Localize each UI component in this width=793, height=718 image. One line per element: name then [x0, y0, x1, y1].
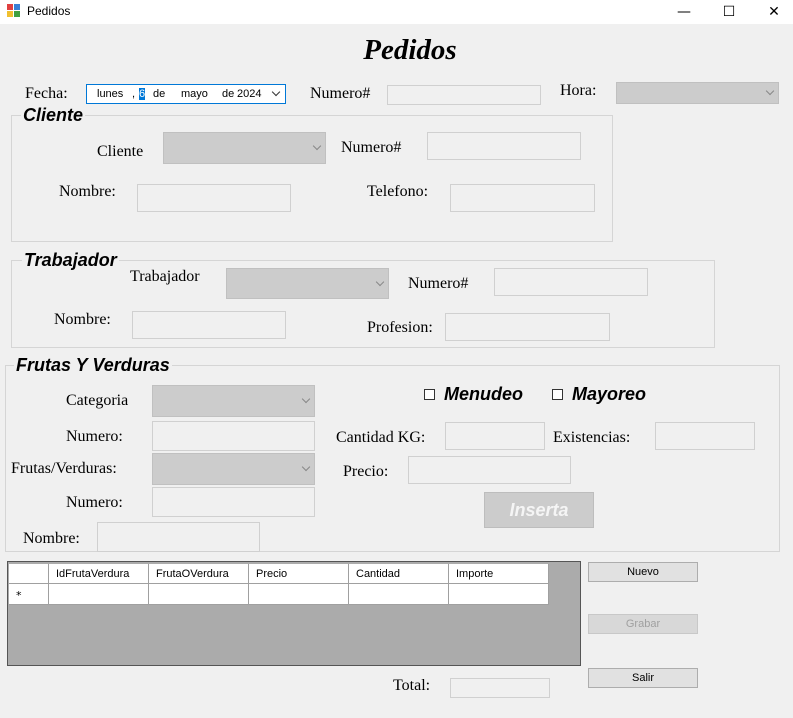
- grid-column-header[interactable]: FrutaOVerdura: [149, 564, 249, 584]
- producto-numero-field[interactable]: [152, 487, 315, 517]
- frutas-verduras-combo[interactable]: [152, 453, 315, 485]
- cantidad-field[interactable]: [445, 422, 545, 450]
- chevron-down-icon: [301, 462, 311, 472]
- fecha-datepicker[interactable]: lunes , 6 de mayo de 2024: [86, 84, 286, 104]
- maximize-icon: ☐: [722, 4, 736, 20]
- cliente-numero-label: Numero#: [341, 139, 402, 156]
- pedido-numero-label: Numero#: [310, 85, 371, 102]
- producto-nombre-label: Nombre:: [23, 530, 80, 547]
- close-icon: ✕: [768, 4, 780, 20]
- menudeo-checkbox[interactable]: [424, 389, 435, 400]
- trabajador-group-title: Trabajador: [22, 250, 119, 271]
- grid-cell[interactable]: [449, 584, 549, 605]
- mayoreo-checkbox[interactable]: [552, 389, 563, 400]
- date-day[interactable]: 6: [139, 88, 146, 100]
- hora-combo[interactable]: [616, 82, 779, 104]
- categoria-combo[interactable]: [152, 385, 315, 417]
- mayoreo-label[interactable]: Mayoreo: [572, 384, 646, 405]
- minimize-button[interactable]: —: [661, 0, 707, 24]
- cliente-combo[interactable]: [163, 132, 326, 164]
- grid-column-header[interactable]: Precio: [249, 564, 349, 584]
- grid-column-header[interactable]: IdFrutaVerdura: [49, 564, 149, 584]
- trabajador-label: Trabajador: [130, 268, 200, 285]
- chevron-down-icon: [301, 394, 311, 404]
- telefono-label: Telefono:: [367, 183, 429, 200]
- total-field[interactable]: [450, 678, 550, 698]
- precio-field[interactable]: [408, 456, 571, 484]
- chevron-down-icon[interactable]: [271, 87, 281, 97]
- salir-button[interactable]: Salir: [588, 668, 698, 688]
- cantidad-label: Cantidad KG:: [336, 429, 426, 446]
- grid-cell[interactable]: [349, 584, 449, 605]
- grid-column-header[interactable]: Cantidad: [349, 564, 449, 584]
- cliente-nombre-field[interactable]: [137, 184, 291, 212]
- grabar-button[interactable]: Grabar: [588, 614, 698, 634]
- cliente-nombre-label: Nombre:: [59, 183, 116, 200]
- date-de2: de: [222, 88, 235, 100]
- grid-cell[interactable]: [149, 584, 249, 605]
- window-title: Pedidos: [27, 4, 71, 18]
- trabajador-nombre-label: Nombre:: [54, 311, 111, 328]
- minimize-icon: —: [677, 4, 691, 20]
- fecha-label: Fecha:: [25, 85, 68, 102]
- trabajador-numero-field[interactable]: [494, 268, 648, 296]
- categoria-numero-label: Numero:: [66, 428, 123, 445]
- chevron-down-icon: [312, 141, 322, 151]
- profesion-field[interactable]: [445, 313, 610, 341]
- profesion-label: Profesion:: [367, 319, 433, 336]
- trabajador-combo[interactable]: [226, 268, 389, 299]
- categoria-label: Categoria: [66, 392, 129, 409]
- page-title: Pedidos: [363, 34, 457, 66]
- grid-cell[interactable]: [249, 584, 349, 605]
- existencias-label: Existencias:: [553, 429, 631, 446]
- app-icon: [7, 4, 20, 17]
- inserta-button[interactable]: Inserta: [484, 492, 594, 528]
- producto-numero-label: Numero:: [66, 494, 123, 511]
- precio-label: Precio:: [343, 463, 389, 480]
- telefono-field[interactable]: [450, 184, 595, 212]
- chevron-down-icon: [375, 277, 385, 286]
- chevron-down-icon: [765, 86, 775, 96]
- menudeo-label[interactable]: Menudeo: [444, 384, 523, 405]
- grid-column-header[interactable]: Importe: [449, 564, 549, 584]
- cliente-label: Cliente: [97, 143, 144, 160]
- trabajador-nombre-field[interactable]: [132, 311, 286, 339]
- date-month: mayo: [181, 88, 208, 100]
- date-year: 2024: [237, 88, 262, 100]
- categoria-numero-field[interactable]: [152, 421, 315, 451]
- date-weekday: lunes: [97, 88, 124, 100]
- frutas-verduras-label: Frutas/Verduras:: [11, 460, 117, 477]
- cliente-numero-field[interactable]: [427, 132, 581, 160]
- frutas-group-title: Frutas Y Verduras: [14, 355, 172, 376]
- pedido-grid[interactable]: IdFrutaVerdura FrutaOVerdura Precio Cant…: [7, 561, 581, 666]
- existencias-field[interactable]: [655, 422, 755, 450]
- grid-cell[interactable]: [49, 584, 149, 605]
- hora-label: Hora:: [560, 82, 597, 99]
- total-label: Total:: [393, 677, 431, 694]
- close-button[interactable]: ✕: [751, 0, 793, 24]
- producto-nombre-field[interactable]: [97, 522, 260, 552]
- new-row-marker: *: [9, 584, 49, 605]
- pedido-numero-field[interactable]: [387, 85, 541, 105]
- nuevo-button[interactable]: Nuevo: [588, 562, 698, 582]
- cliente-group-title: Cliente: [21, 105, 86, 126]
- trabajador-numero-label: Numero#: [408, 275, 469, 292]
- maximize-button[interactable]: ☐: [706, 0, 752, 24]
- date-de1: de: [153, 88, 166, 100]
- date-sep: ,: [132, 88, 136, 100]
- grid-corner-header: [9, 564, 49, 584]
